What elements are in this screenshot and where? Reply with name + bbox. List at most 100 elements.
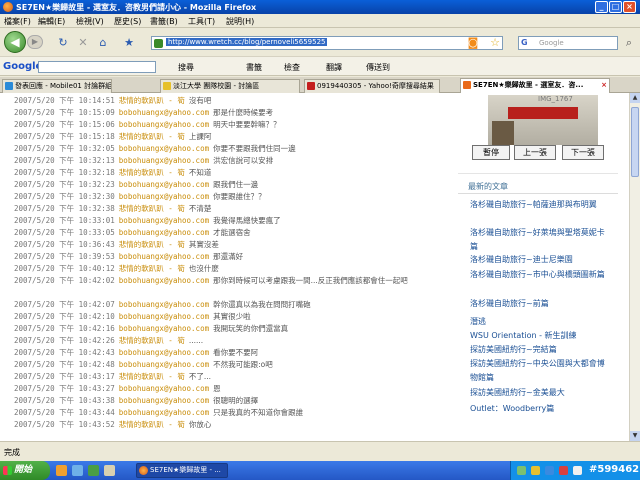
chat-timestamp: 2007/5/20 下午 10:36:43 — [14, 240, 115, 249]
chat-message: 幹你還真以為我在問問打嘴砲 — [213, 300, 311, 309]
chat-row: 2007/5/20 下午 10:43:17 悲情的軟趴趴 - 筍不了... — [14, 371, 211, 383]
maximize-button[interactable]: □ — [609, 1, 622, 13]
quicklaunch-ie-icon[interactable] — [72, 465, 83, 476]
close-button[interactable]: × — [623, 1, 636, 13]
chat-timestamp: 2007/5/20 下午 10:42:16 — [14, 324, 115, 333]
google-toolbar-logo: Google — [3, 61, 43, 72]
tab-yahoo[interactable]: 0919440305 - Yahoo!奇摩搜尋結果 — [304, 79, 440, 93]
menu-edit[interactable]: 編輯(E) — [38, 16, 65, 27]
prev-button[interactable]: 上一張 — [514, 145, 556, 160]
tab-mobile01[interactable]: 發表回應 - Mobile01 討論群組 — [2, 79, 112, 93]
star-bookmark-icon[interactable]: ☆ — [488, 36, 502, 50]
google-search-button[interactable]: 搜尋 — [178, 62, 194, 73]
chat-sender: 悲情的軟趴趴 - 筍 — [118, 204, 185, 213]
chat-message: 明天中要要幹嘛？？ — [213, 120, 281, 129]
menu-tools[interactable]: 工具(T) — [188, 16, 215, 27]
chat-timestamp: 2007/5/20 下午 10:32:30 — [14, 192, 115, 201]
chat-row: 2007/5/20 下午 10:42:02 bobohuangx@yahoo.co… — [14, 275, 434, 299]
recent-post-link[interactable]: 洛杉磯自助旅行~前篇 — [470, 297, 610, 311]
recent-post-link[interactable]: 探訪美國紐約行~金美最大 — [470, 386, 610, 400]
recent-post-link[interactable]: 探訪美國紐約行~完結篇 — [470, 343, 610, 357]
recent-post-link[interactable]: 探訪美國紐約行~中央公園與大都會博物館篇 — [470, 357, 610, 385]
tab-se7en[interactable]: SE7EN★樂歸故里 - 選室友．咨... × — [460, 78, 610, 94]
chat-row: 2007/5/20 下午 10:43:38 bobohuangx@yahoo.co… — [14, 395, 258, 407]
quicklaunch-msn-icon[interactable] — [88, 465, 99, 476]
tray-antivirus-icon[interactable] — [559, 466, 568, 475]
chat-sender: 悲情的軟趴趴 - 筍 — [118, 372, 185, 381]
chat-message: 那是什麼時候要考 — [213, 108, 274, 117]
chat-message: ...... — [188, 336, 204, 345]
search-input[interactable]: G Google — [518, 36, 618, 50]
chat-row: 2007/5/20 下午 10:36:43 悲情的軟趴趴 - 筍其實沒差 — [14, 239, 219, 251]
chat-timestamp: 2007/5/20 下午 10:32:23 — [14, 180, 115, 189]
chat-row: 2007/5/20 下午 10:32:30 bobohuangx@yahoo.co… — [14, 191, 266, 203]
chat-message: 恩 — [213, 384, 221, 393]
chat-message: 你放心 — [188, 420, 212, 429]
google-toolbar-input[interactable] — [38, 61, 156, 73]
home-icon[interactable]: ⌂ — [96, 36, 110, 50]
chat-row: 2007/5/20 下午 10:32:23 bobohuangx@yahoo.co… — [14, 179, 258, 191]
google-bookmarks-button[interactable]: 書籤 — [246, 62, 262, 73]
search-placeholder: Google — [539, 39, 564, 47]
tray-misc-icon[interactable] — [573, 466, 582, 475]
chat-message: 看你要不要阿 — [213, 348, 259, 357]
chat-timestamp: 2007/5/20 下午 10:43:17 — [14, 372, 115, 381]
search-go-icon[interactable]: ⌕ — [622, 36, 636, 50]
google-check-button[interactable]: 檢查 — [284, 62, 300, 73]
chat-sender: bobohuangx@yahoo.com — [118, 408, 210, 417]
back-button[interactable]: ◀ — [4, 31, 26, 53]
vertical-scrollbar[interactable]: ▲ ▼ — [629, 93, 640, 441]
menu-help[interactable]: 說明(H) — [226, 16, 254, 27]
chat-sender: bobohuangx@yahoo.com — [118, 144, 210, 153]
next-button[interactable]: 下一張 — [562, 145, 604, 160]
close-tab-icon[interactable]: × — [601, 79, 607, 91]
bookmark-icon[interactable]: ★ — [122, 36, 136, 50]
recent-post-link[interactable]: 洛杉磯自助旅行~迪士尼樂園 — [470, 253, 610, 267]
tray-volume-icon[interactable] — [531, 466, 540, 475]
chat-row: 2007/5/20 下午 10:15:09 bobohuangx@yahoo.co… — [14, 107, 273, 119]
scroll-up-arrow[interactable]: ▲ — [630, 93, 640, 103]
quicklaunch-desktop-icon[interactable] — [104, 465, 115, 476]
start-button[interactable]: 開始 — [0, 461, 50, 480]
menu-view[interactable]: 檢視(V) — [76, 16, 104, 27]
taskbar-firefox-window[interactable]: SE7EN★樂歸故里 - ... — [136, 463, 228, 478]
chat-message: 才能選宿舍 — [213, 228, 251, 237]
scroll-thumb[interactable] — [631, 107, 639, 177]
minimize-button[interactable]: _ — [595, 1, 608, 13]
menu-file[interactable]: 檔案(F) — [4, 16, 31, 27]
menu-bookmarks[interactable]: 書籤(B) — [150, 16, 178, 27]
recent-post-link[interactable]: WSU Orientation - 新生訓練 — [470, 329, 610, 343]
chat-row: 2007/5/20 下午 10:43:27 bobohuangx@yahoo.co… — [14, 383, 221, 395]
rss-icon[interactable]: ◙ — [466, 36, 480, 50]
tab-tku[interactable]: 淡江大學 團隊校園 - 討論區 — [160, 79, 300, 93]
address-bar[interactable]: http://www.wretch.cc/blog/pernoveli56595… — [151, 36, 503, 50]
tray-msn-icon[interactable] — [545, 466, 554, 475]
stop-icon[interactable]: ✕ — [76, 36, 90, 50]
system-tray: #599462 — [510, 461, 640, 480]
recent-post-link[interactable]: 洛杉磯自助旅行~帕薩迪那與布明翼 — [470, 198, 610, 212]
reload-icon[interactable]: ↻ — [56, 36, 70, 50]
quicklaunch-firefox-icon[interactable] — [56, 465, 67, 476]
tab-label: 發表回應 - Mobile01 討論群組 — [15, 82, 112, 90]
tab-favicon — [5, 82, 13, 90]
pause-button[interactable]: 暫停 — [472, 145, 510, 160]
chat-row: 2007/5/20 下午 10:14:51 悲情的軟趴趴 - 筍沒有吧 — [14, 95, 211, 107]
forward-button[interactable]: ▶ — [27, 35, 43, 49]
chat-sender: bobohuangx@yahoo.com — [118, 156, 210, 165]
chat-sender: 悲情的軟趴趴 - 筍 — [118, 240, 185, 249]
chat-timestamp: 2007/5/20 下午 10:33:05 — [14, 228, 115, 237]
recent-post-link[interactable]: 洛杉磯自助旅行~好萊塢與聖塔莫妮卡篇 — [470, 226, 610, 254]
chat-timestamp: 2007/5/20 下午 10:15:09 — [14, 108, 115, 117]
google-translate-button[interactable]: 翻譯 — [326, 62, 342, 73]
menu-history[interactable]: 歷史(S) — [114, 16, 141, 27]
recent-post-link[interactable]: 洛杉磯自助旅行~市中心與橋頭圖新篇 — [470, 268, 610, 282]
windows-taskbar: 開始 SE7EN★樂歸故里 - ... #599462 — [0, 461, 640, 480]
chat-timestamp: 2007/5/20 下午 10:42:43 — [14, 348, 115, 357]
chat-timestamp: 2007/5/20 下午 10:32:18 — [14, 168, 115, 177]
google-send-button[interactable]: 傳送到 — [366, 62, 390, 73]
recent-post-link[interactable]: 潛逃 — [470, 315, 610, 329]
tray-network-icon[interactable] — [517, 466, 526, 475]
recent-post-link[interactable]: Outlet：Woodberry篇 — [470, 402, 610, 416]
scroll-down-arrow[interactable]: ▼ — [630, 431, 640, 441]
chat-row: 2007/5/20 下午 10:42:07 bobohuangx@yahoo.co… — [14, 299, 311, 311]
